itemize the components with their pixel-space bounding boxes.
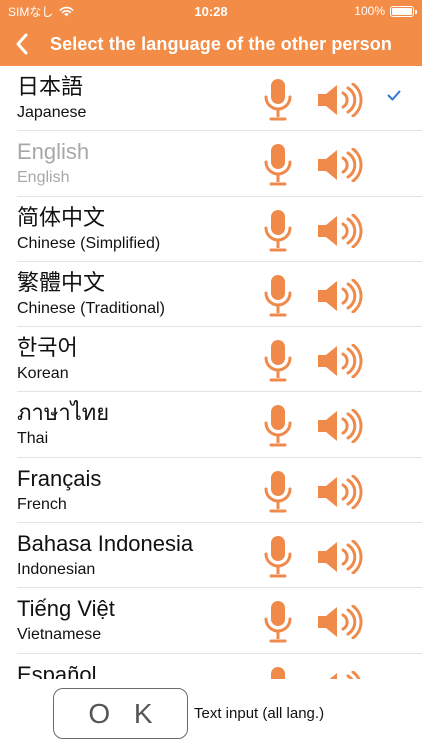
- microphone-icon[interactable]: [263, 535, 293, 584]
- ok-button[interactable]: O K: [53, 688, 188, 739]
- speaker-icon[interactable]: [317, 213, 363, 253]
- speaker-icon[interactable]: [317, 147, 363, 187]
- bottom-bar: O K Text input (all lang.): [0, 679, 422, 750]
- language-row[interactable]: ภาษาไทย Thai: [17, 392, 422, 458]
- microphone-icon[interactable]: [263, 78, 293, 127]
- language-text: Bahasa Indonesia Indonesian: [17, 530, 193, 580]
- microphone-icon[interactable]: [263, 600, 293, 649]
- text-input-link[interactable]: Text input (all lang.): [194, 705, 324, 722]
- wifi-icon: [59, 6, 74, 16]
- language-native-name: 简体中文: [17, 204, 106, 230]
- speaker-icon[interactable]: [317, 343, 363, 383]
- speaker-icon[interactable]: [317, 474, 363, 514]
- speaker-icon[interactable]: [317, 539, 363, 579]
- language-native-name: Tiếng Việt: [17, 596, 115, 622]
- language-row[interactable]: Bahasa Indonesia Indonesian: [17, 523, 422, 589]
- microphone-icon[interactable]: [263, 274, 293, 323]
- language-text: 한국어 Korean: [17, 334, 78, 384]
- checkmark-icon: [387, 88, 401, 106]
- speaker-icon[interactable]: [317, 670, 363, 679]
- language-text: 日本語 Japanese: [17, 73, 86, 123]
- language-native-name: Bahasa Indonesia: [17, 531, 194, 557]
- speaker-icon[interactable]: [317, 604, 363, 644]
- microphone-icon[interactable]: [263, 404, 293, 453]
- microphone-icon[interactable]: [263, 470, 293, 519]
- language-row[interactable]: 日本語 Japanese: [17, 66, 422, 132]
- status-left: SIMなし: [8, 3, 74, 20]
- speaker-icon[interactable]: [317, 82, 363, 122]
- language-english-name: Japanese: [17, 104, 87, 121]
- language-native-name: 한국어: [17, 335, 78, 361]
- status-right: 100%: [354, 4, 417, 18]
- language-row[interactable]: 繁體中文 Chinese (Traditional): [17, 262, 422, 328]
- language-text: ภาษาไทย Thai: [17, 399, 109, 449]
- language-text: Français French: [17, 465, 101, 515]
- language-text: 繁體中文 Chinese (Traditional): [17, 269, 165, 319]
- language-native-name: ภาษาไทย: [17, 400, 110, 426]
- language-english-name: Vietnamese: [17, 626, 102, 644]
- page-title: Select the language of the other person: [50, 33, 392, 54]
- language-native-name: 日本語: [17, 74, 84, 99]
- language-list: 日本語 Japanese English English 简体中文 Chinese (Si…: [0, 66, 422, 679]
- back-button[interactable]: [0, 22, 44, 66]
- speaker-icon[interactable]: [317, 408, 363, 448]
- language-row[interactable]: 한국어 Korean: [17, 327, 422, 393]
- language-row[interactable]: Tiếng Việt Vietnamese: [17, 588, 422, 654]
- language-text: Español: [17, 661, 97, 679]
- status-bar: SIMなし 10:28 100%: [0, 0, 422, 22]
- language-row[interactable]: Español: [17, 654, 422, 679]
- chevron-left-icon: [16, 33, 28, 55]
- language-text: 简体中文 Chinese (Simplified): [17, 204, 160, 254]
- language-native-name: English: [17, 139, 90, 165]
- language-english-name: Chinese (Traditional): [17, 299, 165, 317]
- language-native-name: 繁體中文: [17, 269, 106, 295]
- battery-label: 100%: [354, 4, 385, 18]
- language-english-name: Korean: [17, 365, 69, 383]
- language-row[interactable]: 简体中文 Chinese (Simplified): [17, 197, 422, 262]
- language-english-name: Thai: [17, 430, 49, 448]
- battery-icon: [390, 5, 417, 17]
- microphone-icon[interactable]: [263, 666, 293, 679]
- language-english-name: English: [17, 169, 70, 187]
- navigation-bar: Select the language of the other person: [0, 22, 422, 66]
- language-row[interactable]: Français French: [17, 458, 422, 524]
- language-native-name: Español: [17, 661, 97, 679]
- microphone-icon[interactable]: [263, 209, 293, 258]
- language-text: English English: [17, 138, 89, 188]
- speaker-icon[interactable]: [317, 278, 363, 318]
- language-english-name: Indonesian: [17, 561, 96, 579]
- language-english-name: Chinese (Simplified): [17, 234, 161, 252]
- language-row[interactable]: English English: [17, 131, 422, 197]
- carrier-label: SIMなし: [8, 4, 54, 19]
- language-text: Tiếng Việt Vietnamese: [17, 595, 115, 645]
- microphone-icon[interactable]: [263, 143, 293, 192]
- language-english-name: French: [17, 495, 67, 513]
- microphone-icon[interactable]: [263, 339, 293, 388]
- language-native-name: Français: [17, 465, 102, 491]
